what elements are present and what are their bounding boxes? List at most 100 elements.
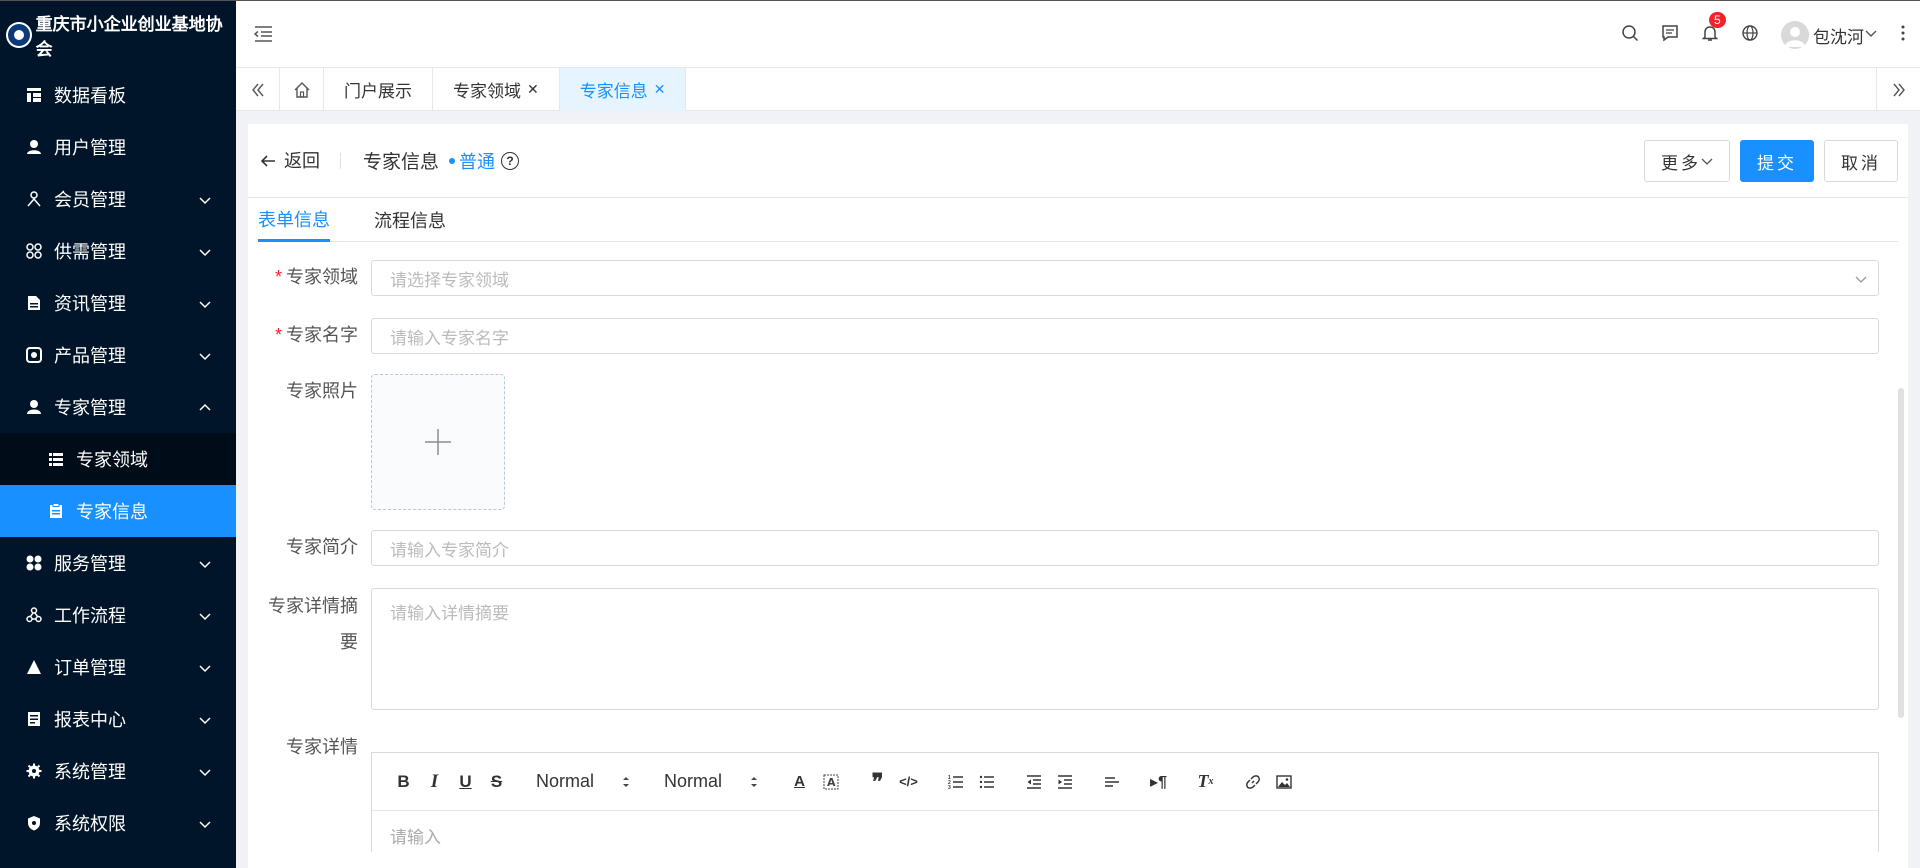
- sidebar-item-label: 系统权限: [54, 814, 126, 834]
- dashboard-icon: [24, 85, 44, 105]
- globe-icon[interactable]: [1741, 24, 1759, 47]
- tabs-scroll-left-button[interactable]: [236, 68, 280, 111]
- settings-icon: [24, 761, 44, 781]
- sort-icon: [623, 776, 629, 787]
- editor-placeholder: 请输入: [390, 828, 441, 847]
- cancel-button[interactable]: 取消: [1824, 140, 1898, 182]
- image-icon[interactable]: [1268, 774, 1299, 790]
- align-icon[interactable]: [1096, 774, 1127, 790]
- background-color-icon[interactable]: A: [815, 774, 846, 790]
- field-label: 专家详情摘 要: [248, 588, 358, 660]
- tab-label: 专家领域: [453, 82, 521, 101]
- sidebar-item-services[interactable]: 服务管理: [0, 537, 236, 589]
- sidebar-item-label: 专家领域: [76, 450, 148, 470]
- editor-content[interactable]: 请输入: [372, 811, 1878, 860]
- header-select-value: Normal: [536, 771, 595, 791]
- domain-select[interactable]: 请选择专家领域: [371, 260, 1879, 296]
- product-icon: [24, 345, 44, 365]
- close-icon[interactable]: ✕: [527, 81, 539, 98]
- back-label: 返回: [284, 150, 320, 171]
- name-placeholder: 请输入专家名字: [390, 328, 509, 348]
- help-icon[interactable]: ?: [501, 151, 520, 170]
- expert-icon: [24, 397, 44, 417]
- field-label-line: 要: [340, 632, 358, 652]
- field-label: 专家详情: [286, 737, 358, 757]
- menu-collapse-icon[interactable]: [253, 25, 274, 48]
- sidebar-item-reports[interactable]: 报表中心: [0, 693, 236, 745]
- sidebar-item-label: 资讯管理: [54, 294, 126, 314]
- tab-form-info[interactable]: 表单信息: [258, 198, 330, 242]
- summary-textarea[interactable]: 请输入详情摘要: [371, 588, 1879, 710]
- form-tabs: 表单信息 流程信息: [258, 198, 1898, 242]
- ordered-list-icon[interactable]: 123: [940, 774, 971, 790]
- back-button[interactable]: 返回: [260, 150, 341, 171]
- outdent-icon[interactable]: [1018, 774, 1049, 790]
- sidebar-item-products[interactable]: 产品管理: [0, 329, 236, 381]
- member-icon: [24, 189, 44, 209]
- bold-icon[interactable]: B: [388, 772, 419, 792]
- page-header: 返回 专家信息 普通 ? 更多 提交 取消: [248, 124, 1908, 198]
- sidebar-item-system[interactable]: 系统管理: [0, 745, 236, 797]
- list-icon: [46, 449, 66, 469]
- report-icon: [24, 709, 44, 729]
- strikethrough-icon[interactable]: S: [481, 772, 512, 792]
- sidebar-item-supply[interactable]: 供需管理: [0, 225, 236, 277]
- bullet-list-icon[interactable]: [971, 774, 1002, 790]
- tab-home[interactable]: [280, 68, 324, 111]
- font-color-icon[interactable]: A: [784, 773, 815, 790]
- order-icon: [24, 657, 44, 677]
- header-select[interactable]: Normal: [512, 771, 640, 792]
- sidebar-item-members[interactable]: 会员管理: [0, 173, 236, 225]
- tab-label: 门户展示: [344, 82, 412, 101]
- size-select[interactable]: Normal: [640, 771, 768, 792]
- clear-format-icon[interactable]: Tx: [1190, 771, 1221, 792]
- photo-upload[interactable]: [371, 374, 505, 510]
- search-icon[interactable]: [1621, 24, 1639, 47]
- app-logo[interactable]: 重庆市小企业创业基地协会: [0, 1, 236, 69]
- indent-icon[interactable]: [1049, 774, 1080, 790]
- content-card: 返回 专家信息 普通 ? 更多 提交 取消 表单信息 流程信息 * 专家领域 请选…: [248, 124, 1908, 868]
- sidebar-item-news[interactable]: 资讯管理: [0, 277, 236, 329]
- name-input[interactable]: 请输入专家名字: [371, 318, 1879, 354]
- sidebar-item-experts[interactable]: 专家管理: [0, 381, 236, 433]
- intro-input[interactable]: 请输入专家简介: [371, 530, 1879, 566]
- more-vertical-icon[interactable]: [1900, 24, 1906, 47]
- message-icon[interactable]: [1661, 24, 1679, 47]
- tab-process-info[interactable]: 流程信息: [374, 198, 446, 242]
- user-menu[interactable]: 包沈河: [1781, 21, 1878, 49]
- sidebar-item-label: 系统管理: [54, 762, 126, 782]
- tab-portal[interactable]: 门户展示: [324, 68, 433, 111]
- more-button[interactable]: 更多: [1644, 140, 1730, 182]
- rich-text-editor[interactable]: B I U S Normal Normal A A ❞ </> 1 2 3 ▸¶…: [371, 752, 1879, 852]
- sidebar-item-users[interactable]: 用户管理: [0, 121, 236, 173]
- sidebar-item-permissions[interactable]: 系统权限: [0, 797, 236, 849]
- field-label-line: 专家详情摘: [268, 596, 358, 616]
- sidebar-item-label: 订单管理: [54, 658, 126, 678]
- tab-expert-info[interactable]: 专家信息 ✕: [559, 68, 687, 111]
- sidebar-item-expert-info[interactable]: 专家信息: [0, 485, 236, 537]
- sidebar-item-workflow[interactable]: 工作流程: [0, 589, 236, 641]
- sidebar-item-orders[interactable]: 订单管理: [0, 641, 236, 693]
- sidebar-item-dashboard[interactable]: 数据看板: [0, 69, 236, 121]
- workflow-icon: [24, 605, 44, 625]
- sidebar-item-label: 专家管理: [54, 398, 126, 418]
- cancel-label: 取消: [1841, 153, 1881, 173]
- close-icon[interactable]: ✕: [654, 81, 666, 98]
- sidebar-item-expert-domain[interactable]: 专家领域: [0, 433, 236, 485]
- sidebar-item-label: 工作流程: [54, 606, 126, 626]
- sort-icon: [751, 776, 757, 787]
- sidebar-item-label: 供需管理: [54, 242, 126, 262]
- blockquote-icon[interactable]: ❞: [862, 769, 893, 795]
- text-direction-icon[interactable]: ▸¶: [1143, 772, 1174, 792]
- notification-bell[interactable]: 5: [1701, 11, 1726, 47]
- code-icon[interactable]: </>: [893, 774, 924, 789]
- tabs-scroll-right-button[interactable]: [1876, 68, 1920, 111]
- underline-icon[interactable]: U: [450, 772, 481, 792]
- link-icon[interactable]: [1237, 774, 1268, 790]
- expert-submenu: 专家领域 专家信息: [0, 433, 236, 537]
- tab-expert-domain[interactable]: 专家领域 ✕: [433, 68, 560, 111]
- submit-button[interactable]: 提交: [1740, 140, 1814, 182]
- content-scrollbar[interactable]: [1898, 388, 1904, 718]
- chevron-down-icon: [1854, 271, 1868, 291]
- italic-icon[interactable]: I: [419, 771, 450, 793]
